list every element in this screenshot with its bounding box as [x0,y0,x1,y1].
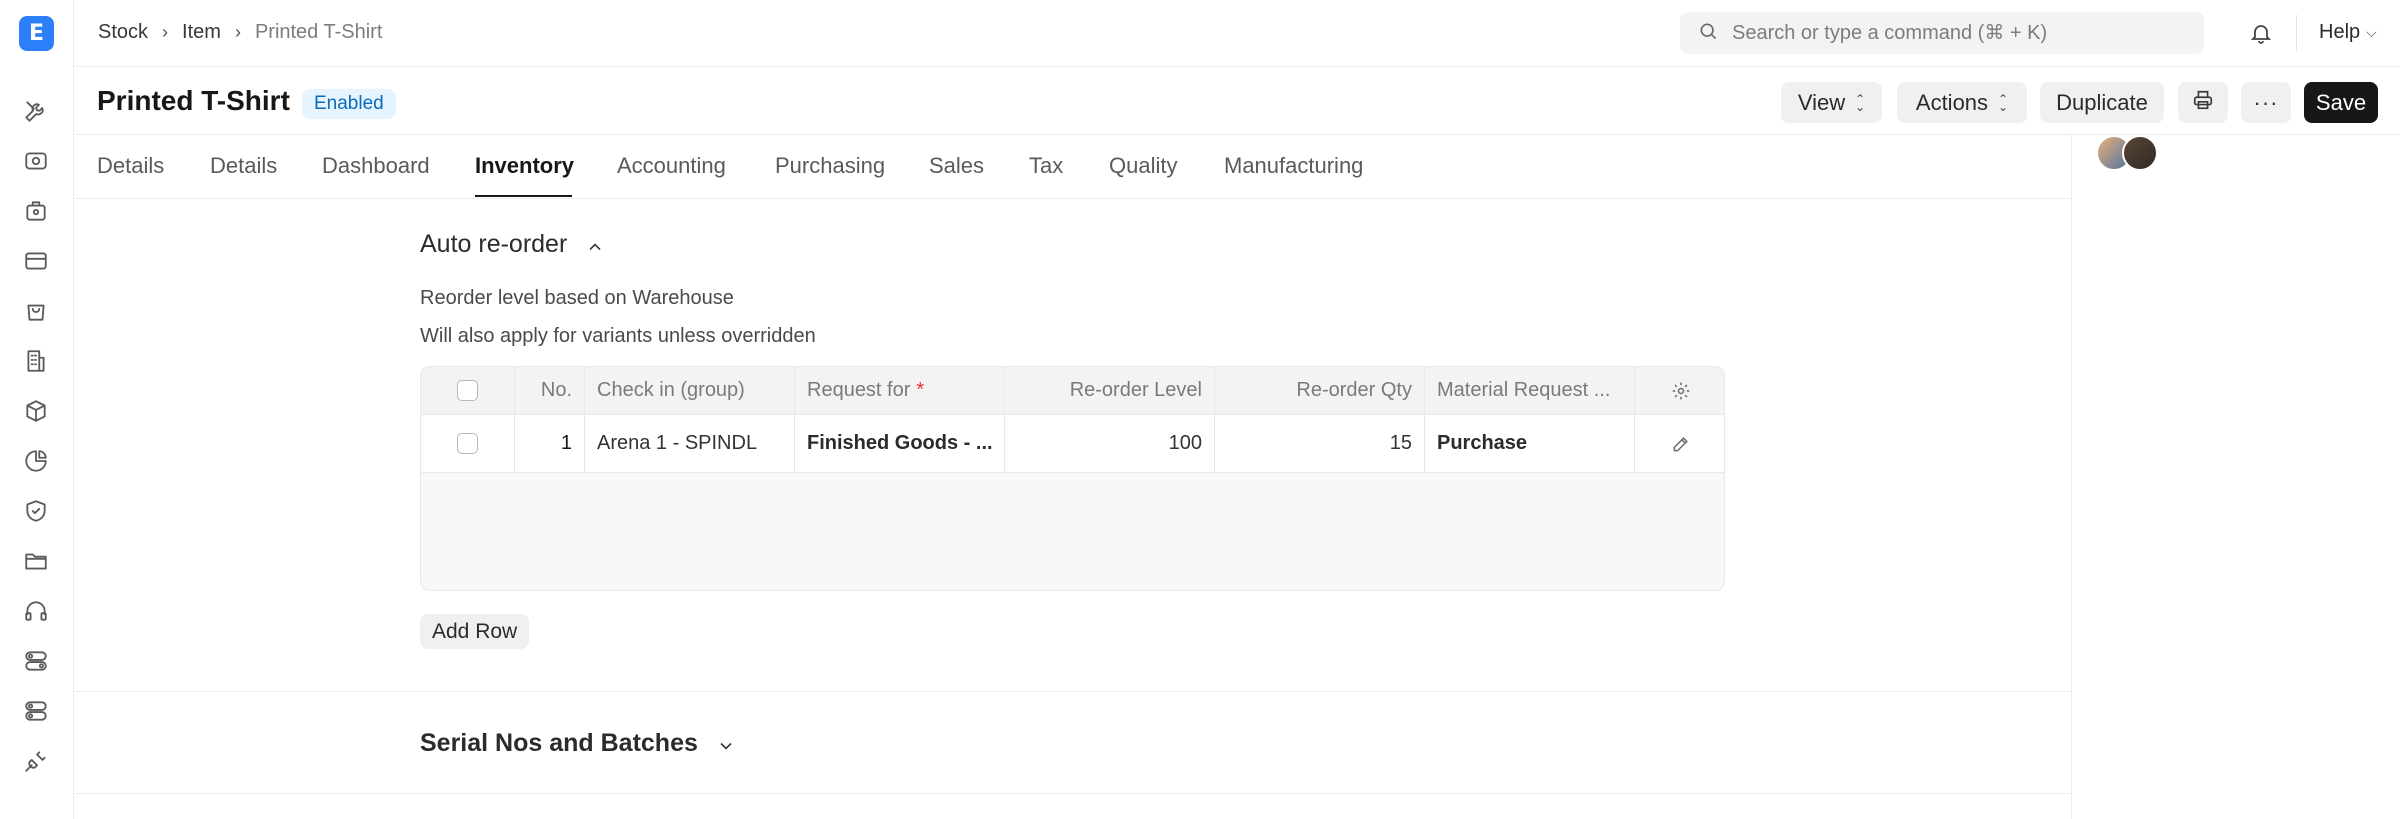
sidebar: E [0,0,74,819]
view-label: View [1797,89,1846,115]
credit-card-icon[interactable] [22,247,50,275]
tab-sales[interactable]: Sales [929,153,984,179]
tab-inventory[interactable]: Inventory [475,153,574,179]
package-icon[interactable] [22,397,50,425]
active-tab-indicator [475,195,572,197]
page-title: Printed T-Shirt [97,85,290,116]
breadcrumb-item[interactable]: Item [182,21,221,44]
tab-details-2[interactable]: Details [210,153,277,179]
printer-icon [2192,89,2214,117]
building-icon[interactable] [22,347,50,375]
tab-manufacturing[interactable]: Manufacturing [1224,153,1363,179]
breadcrumb-stock[interactable]: Stock [98,21,148,44]
section-title: Auto re-order [420,230,568,258]
cell-reorder-qty[interactable]: 15 [1215,415,1425,472]
tab-purchasing[interactable]: Purchasing [775,153,885,179]
chevron-down-icon [716,734,736,754]
plug-icon[interactable] [22,747,50,775]
briefcase-icon[interactable] [22,197,50,225]
row-select-cell [421,415,515,472]
tab-accounting[interactable]: Accounting [617,153,726,179]
search-input[interactable] [1732,21,2172,45]
app-logo[interactable]: E [19,16,54,51]
table-header: No. Check in (group) Request for * Re-or… [421,367,1724,415]
tools-icon[interactable] [22,97,50,125]
required-indicator: * [916,379,925,401]
divider [2296,15,2297,51]
actions-label: Actions [1915,89,1989,115]
print-button[interactable] [2178,82,2228,123]
header-request-for-label: Request for [807,379,911,401]
updown-icon: ⌃ ⌄ [1855,91,1866,114]
top-bar: Stock › Item › Printed T-Shirt Help ⌵ [74,0,2400,67]
chevron-down-icon: ⌵ [2366,24,2377,40]
search-bar[interactable] [1680,12,2204,54]
section-divider [74,691,2071,692]
cell-material-request[interactable]: Purchase [1425,415,1635,472]
header-material-request: Material Request ... [1425,367,1635,414]
actions-button[interactable]: Actions ⌃ ⌄ [1897,82,2027,123]
section-auto-reorder[interactable]: Auto re-order [420,230,605,259]
toggles-icon[interactable] [22,647,50,675]
settings-icon[interactable] [1635,367,1724,414]
updown-icon: ⌃ ⌄ [1998,91,2009,114]
header-no: No. [515,367,585,414]
help-label: Help [2319,21,2361,43]
chevron-right-icon: › [234,22,241,42]
section-title: Serial Nos and Batches [420,729,698,757]
select-all-checkbox[interactable] [457,380,478,401]
field-description: Reorder level based on Warehouse [420,287,734,309]
search-icon [1698,21,1718,46]
shopping-bag-icon[interactable] [22,297,50,325]
eye-icon[interactable] [22,147,50,175]
shield-icon[interactable] [22,497,50,525]
tab-quality[interactable]: Quality [1109,153,1177,179]
status-badge: Enabled [302,89,396,119]
save-button[interactable]: Save [2304,82,2378,123]
section-divider [74,793,2071,794]
headset-icon[interactable] [22,597,50,625]
cell-request-for[interactable]: Finished Goods - ... [795,415,1005,472]
header-check-in: Check in (group) [585,367,795,414]
add-row-button[interactable]: Add Row [420,614,530,649]
row-checkbox[interactable] [457,433,478,454]
duplicate-label: Duplicate [2056,89,2148,115]
more-horizontal-icon: ··· [2253,89,2279,115]
bell-icon[interactable] [2246,18,2276,48]
toggles-alt-icon[interactable] [22,697,50,725]
view-button[interactable]: View ⌃ ⌄ [1781,82,1882,123]
chevron-right-icon: › [162,22,169,42]
field-description: Will also apply for variants unless over… [420,325,816,347]
title-bar: Printed T-Shirt Enabled View ⌃ ⌄ Actions … [74,67,2400,135]
cell-reorder-level[interactable]: 100 [1005,415,1215,472]
section-serial-batches[interactable]: Serial Nos and Batches [420,729,736,758]
reorder-table: No. Check in (group) Request for * Re-or… [420,366,1725,591]
header-request-for: Request for * [795,367,1005,414]
save-label: Save [2315,89,2367,115]
header-select-cell [421,367,515,414]
cell-check-in[interactable]: Arena 1 - SPINDL [585,415,795,472]
breadcrumb-current[interactable]: Printed T-Shirt [255,21,382,44]
help-menu[interactable]: Help ⌵ [2319,21,2377,44]
chevron-up-icon [585,235,605,255]
tab-dashboard[interactable]: Dashboard [322,153,430,179]
folder-icon[interactable] [22,547,50,575]
tab-bar: Details Details Dashboard Inventory Acco… [74,135,2071,199]
viewer-avatar[interactable] [2122,135,2158,171]
cell-no: 1 [515,415,585,472]
header-reorder-level: Re-order Level [1005,367,1215,414]
tab-details[interactable]: Details [97,153,164,179]
more-button[interactable]: ··· [2241,82,2291,123]
edit-icon[interactable] [1635,415,1724,472]
pie-chart-icon[interactable] [22,447,50,475]
tab-tax[interactable]: Tax [1029,153,1063,179]
right-panel [2071,135,2400,819]
header-reorder-qty: Re-order Qty [1215,367,1425,414]
table-row[interactable]: 1 Arena 1 - SPINDL Finished Goods - ... … [421,415,1724,473]
breadcrumb: Stock › Item › Printed T-Shirt [98,21,382,44]
duplicate-button[interactable]: Duplicate [2040,82,2164,123]
